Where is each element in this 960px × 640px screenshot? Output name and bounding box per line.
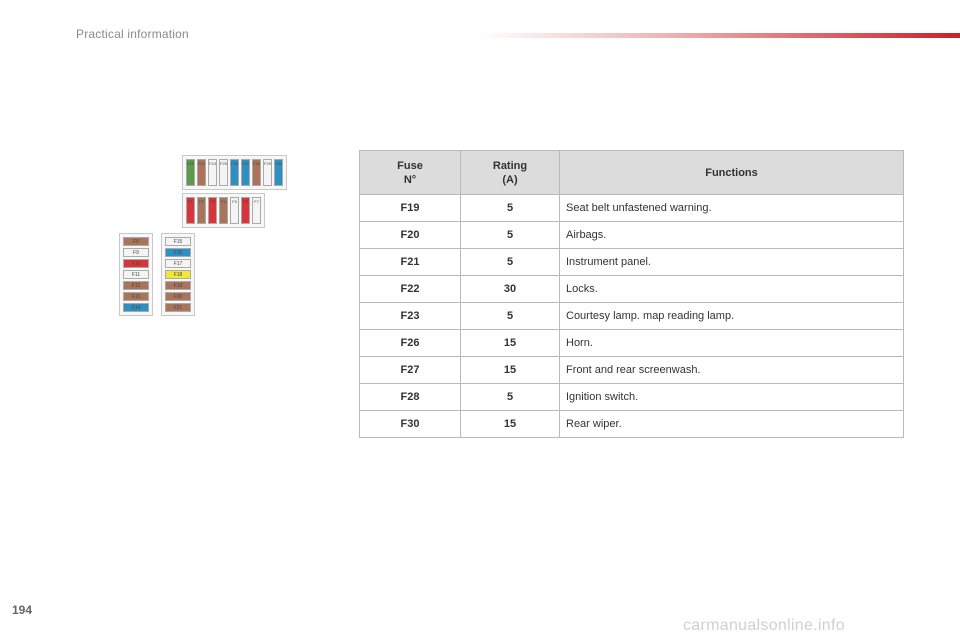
fuse-slot: F1 — [186, 197, 195, 224]
fuse-slot: F16 — [165, 248, 191, 257]
function-cell: Instrument panel. — [559, 248, 904, 276]
section-title: Practical information — [76, 27, 189, 41]
header-functions: Functions — [559, 150, 904, 195]
fuse-number-cell: F21 — [359, 248, 461, 276]
rating-cell: 15 — [460, 329, 560, 357]
table-row: F21 5 Instrument panel. — [359, 248, 904, 276]
fuse-number-cell: F19 — [359, 194, 461, 222]
rating-cell: 5 — [460, 248, 560, 276]
fuse-slot: F20 — [165, 292, 191, 301]
fuse-slot: F15 — [165, 237, 191, 246]
watermark: carmanualsonline.info — [683, 617, 845, 634]
fuse-number-cell: F22 — [359, 275, 461, 303]
fuse-column-left: F8 F9 F10 F11 F12 F13 F14 — [119, 233, 153, 316]
fuse-slot: F28 — [252, 159, 261, 186]
fuse-number-cell: F20 — [359, 221, 461, 249]
fuse-number-cell: F30 — [359, 410, 461, 438]
table-row: F27 15 Front and rear screenwash. — [359, 356, 904, 384]
fuse-slot: F5 — [230, 197, 239, 224]
fuse-slot: F8 — [123, 237, 149, 246]
fuse-number-cell: F27 — [359, 356, 461, 384]
rating-cell: 15 — [460, 410, 560, 438]
table-row: F19 5 Seat belt unfastened warning. — [359, 194, 904, 222]
function-cell: Rear wiper. — [559, 410, 904, 438]
fuse-slot: F18 — [165, 270, 191, 279]
fuse-number-cell: F28 — [359, 383, 461, 411]
table-row: F26 15 Horn. — [359, 329, 904, 357]
function-cell: Front and rear screenwash. — [559, 356, 904, 384]
fuse-slot: F27 — [241, 159, 250, 186]
rating-cell: 30 — [460, 275, 560, 303]
fuse-slot: F11 — [123, 270, 149, 279]
function-cell: Ignition switch. — [559, 383, 904, 411]
rating-cell: 5 — [460, 302, 560, 330]
header-accent-bar — [480, 33, 960, 38]
fuse-slot: F10 — [123, 259, 149, 268]
fuse-slot: F17 — [165, 259, 191, 268]
fuse-slot: F21 — [197, 159, 206, 186]
table-row: F28 5 Ignition switch. — [359, 383, 904, 411]
rating-cell: 5 — [460, 221, 560, 249]
fuse-slot: F19 — [186, 159, 195, 186]
function-cell: Seat belt unfastened warning. — [559, 194, 904, 222]
rating-cell: 5 — [460, 383, 560, 411]
fuse-slot: F3 — [208, 197, 217, 224]
fuse-slot: F13 — [123, 292, 149, 301]
fuse-slot: F4 — [219, 197, 228, 224]
fuse-slot: F24 — [208, 159, 217, 186]
fuse-slot: F21 — [165, 303, 191, 312]
fuse-row-middle: F1 F2 F3 F4 F5 F6 F7 — [182, 193, 265, 228]
fuse-slot: F12 — [123, 281, 149, 290]
fuse-slot: F25 — [219, 159, 228, 186]
header-rating: Rating (A) — [460, 150, 560, 195]
table-row: F20 5 Airbags. — [359, 221, 904, 249]
rating-cell: 5 — [460, 194, 560, 222]
fuse-number-cell: F26 — [359, 329, 461, 357]
fuse-column-right: F15 F16 F17 F18 F19 F20 F21 — [161, 233, 195, 316]
fuse-slot: F14 — [123, 303, 149, 312]
function-cell: Airbags. — [559, 221, 904, 249]
function-cell: Locks. — [559, 275, 904, 303]
fuse-slot: F2 — [197, 197, 206, 224]
fuse-slot: F29 — [263, 159, 272, 186]
table-header-row: Fuse N° Rating (A) Functions — [359, 150, 904, 195]
fuse-slot: F26 — [230, 159, 239, 186]
fuse-table: Fuse N° Rating (A) Functions F19 5 Seat be… — [359, 150, 904, 438]
rating-cell: 15 — [460, 356, 560, 384]
fuse-slot: F6 — [241, 197, 250, 224]
fuse-slot: F30 — [274, 159, 283, 186]
fuse-slot: F7 — [252, 197, 261, 224]
page-number: 194 — [12, 603, 33, 617]
fuse-slot: F9 — [123, 248, 149, 257]
fuse-row-top: F19 F21 F24 F25 F26 F27 F28 F29 F30 — [182, 155, 287, 190]
table-row: F22 30 Locks. — [359, 275, 904, 303]
table-row: F30 15 Rear wiper. — [359, 410, 904, 438]
fuse-number-cell: F23 — [359, 302, 461, 330]
function-cell: Horn. — [559, 329, 904, 357]
fuse-slot: F19 — [165, 281, 191, 290]
function-cell: Courtesy lamp. map reading lamp. — [559, 302, 904, 330]
header-fuse: Fuse N° — [359, 150, 461, 195]
table-row: F23 5 Courtesy lamp. map reading lamp. — [359, 302, 904, 330]
